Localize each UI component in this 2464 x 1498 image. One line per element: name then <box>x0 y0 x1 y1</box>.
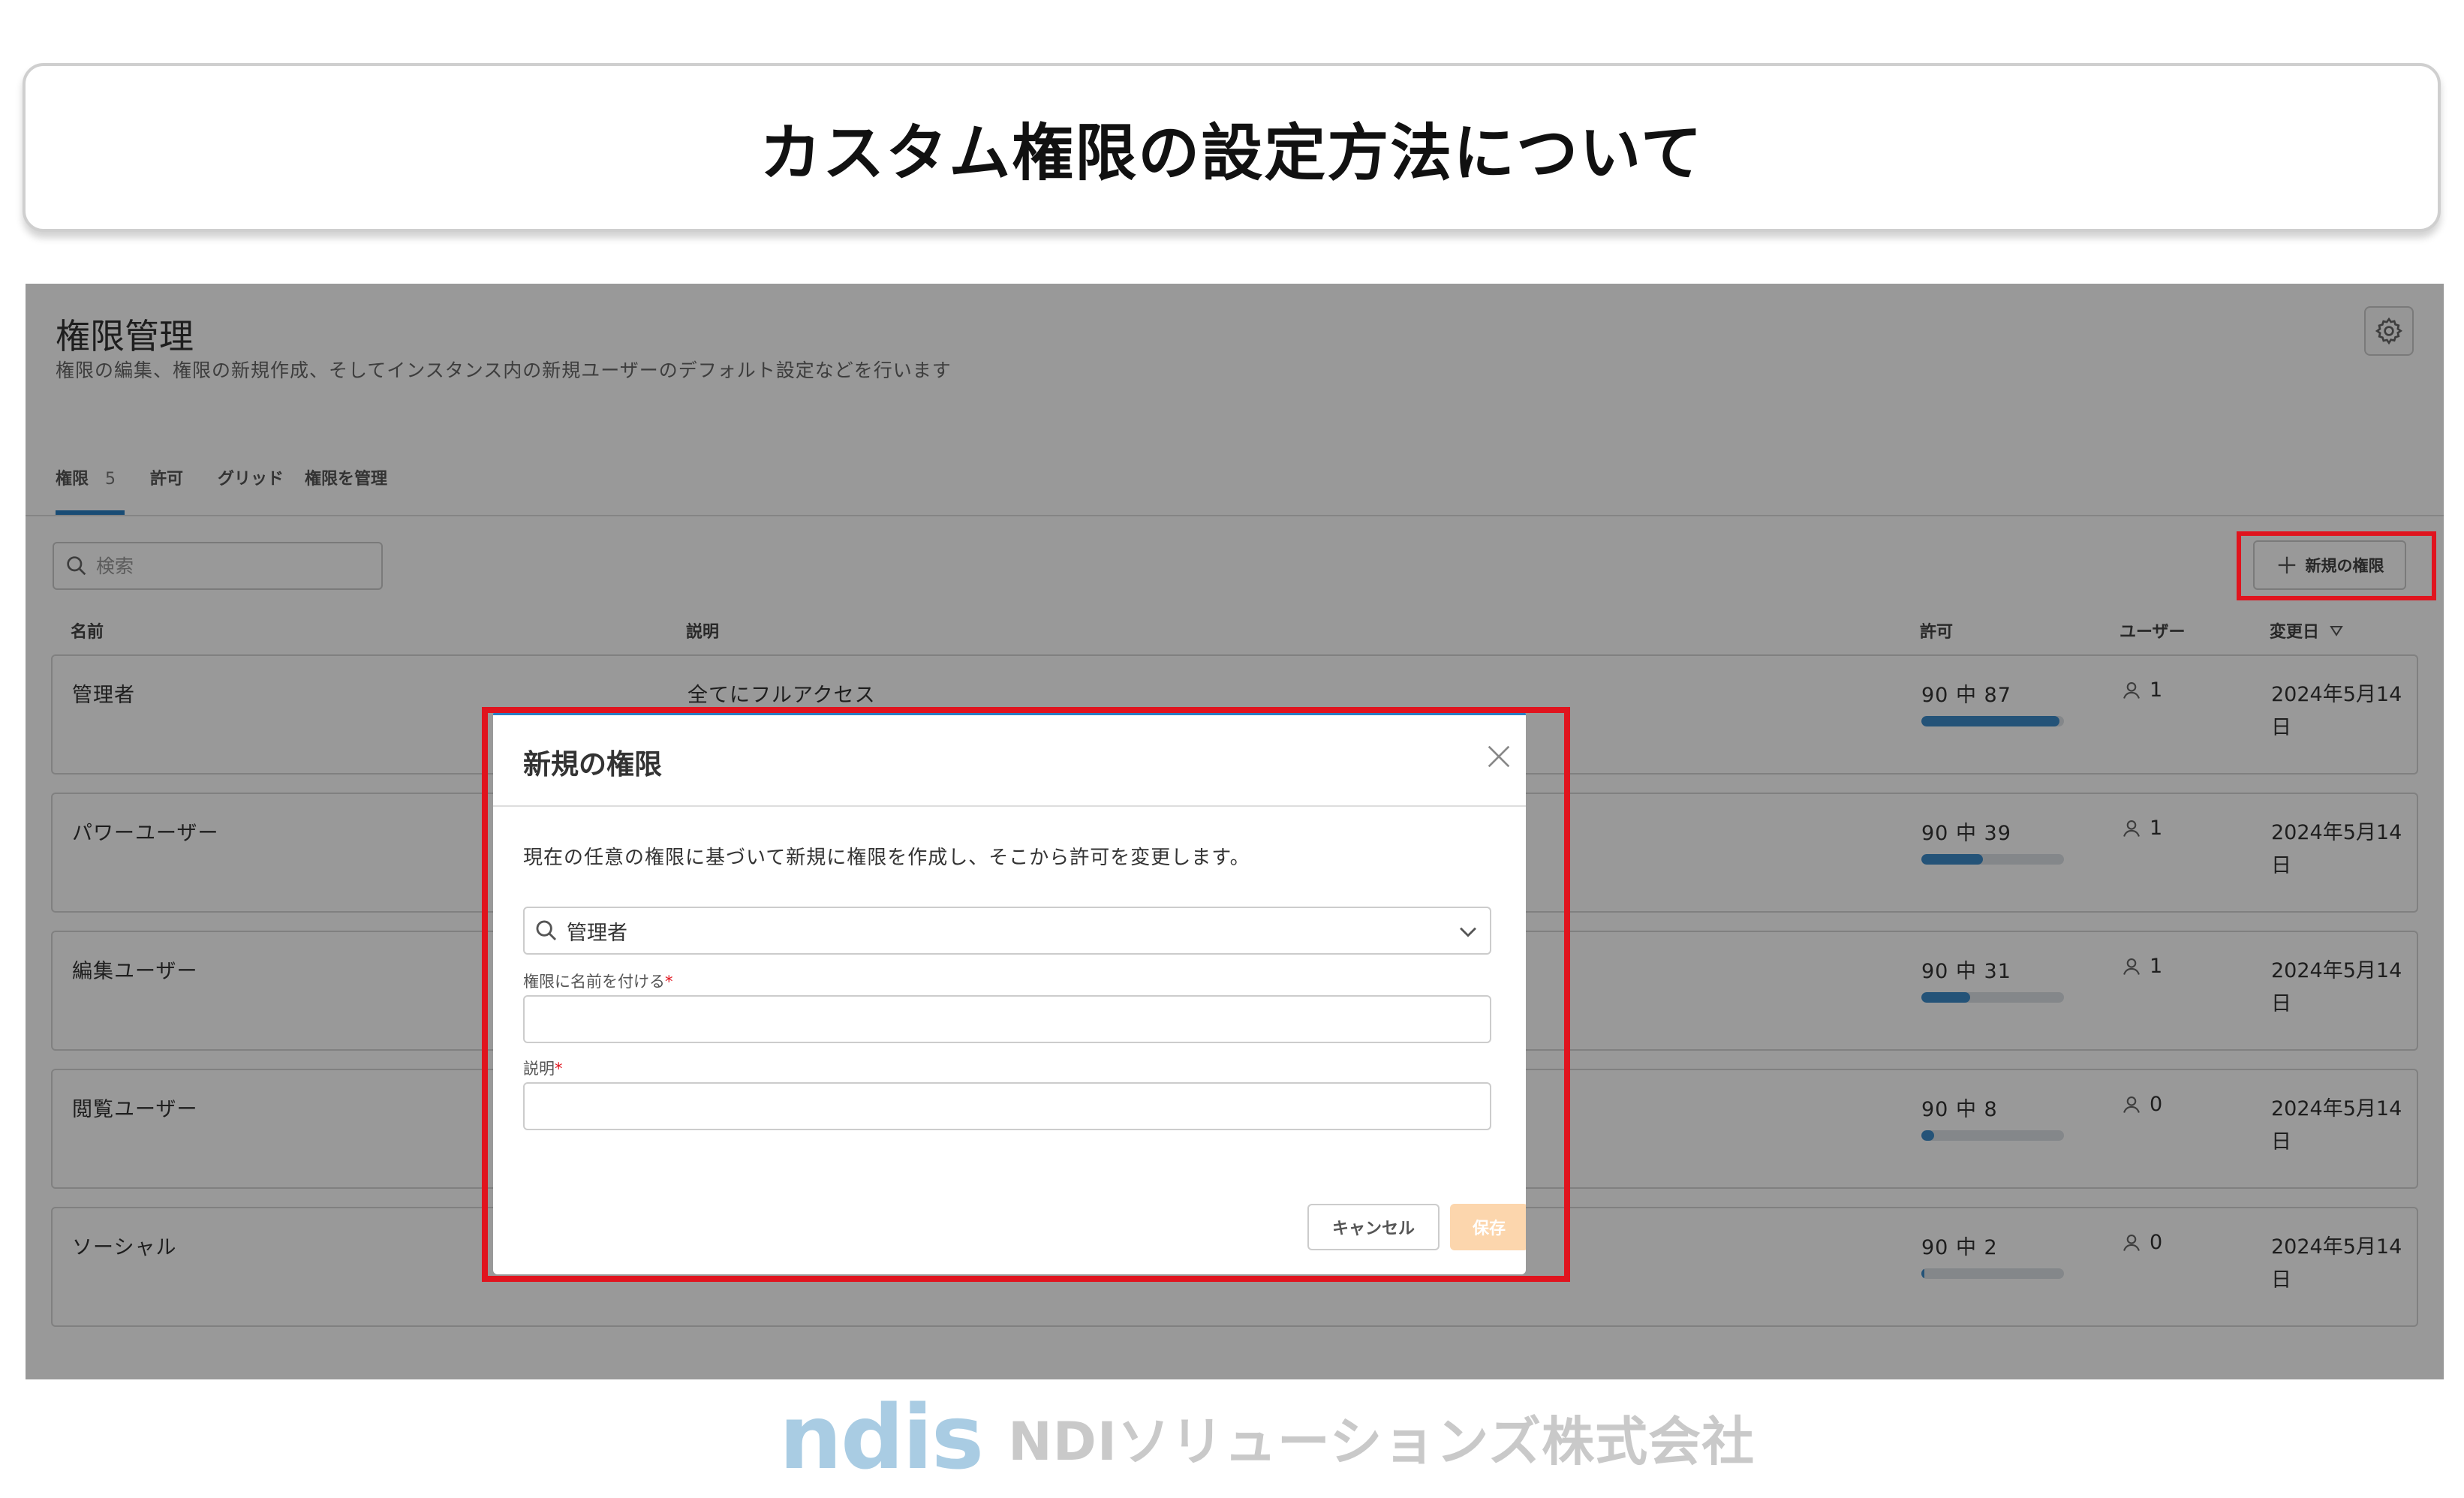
new-button-highlight-box <box>2237 531 2436 600</box>
company-name: NDIソリューションズ株式会社 <box>1008 1410 1755 1472</box>
company-logo: ndis <box>779 1385 984 1489</box>
footer-branding: ndis NDIソリューションズ株式会社 <box>779 1393 1755 1481</box>
dialog-highlight-box <box>482 707 1570 1282</box>
slide-title-card: カスタム権限の設定方法について <box>23 63 2441 232</box>
slide-title: カスタム権限の設定方法について <box>760 118 1704 189</box>
